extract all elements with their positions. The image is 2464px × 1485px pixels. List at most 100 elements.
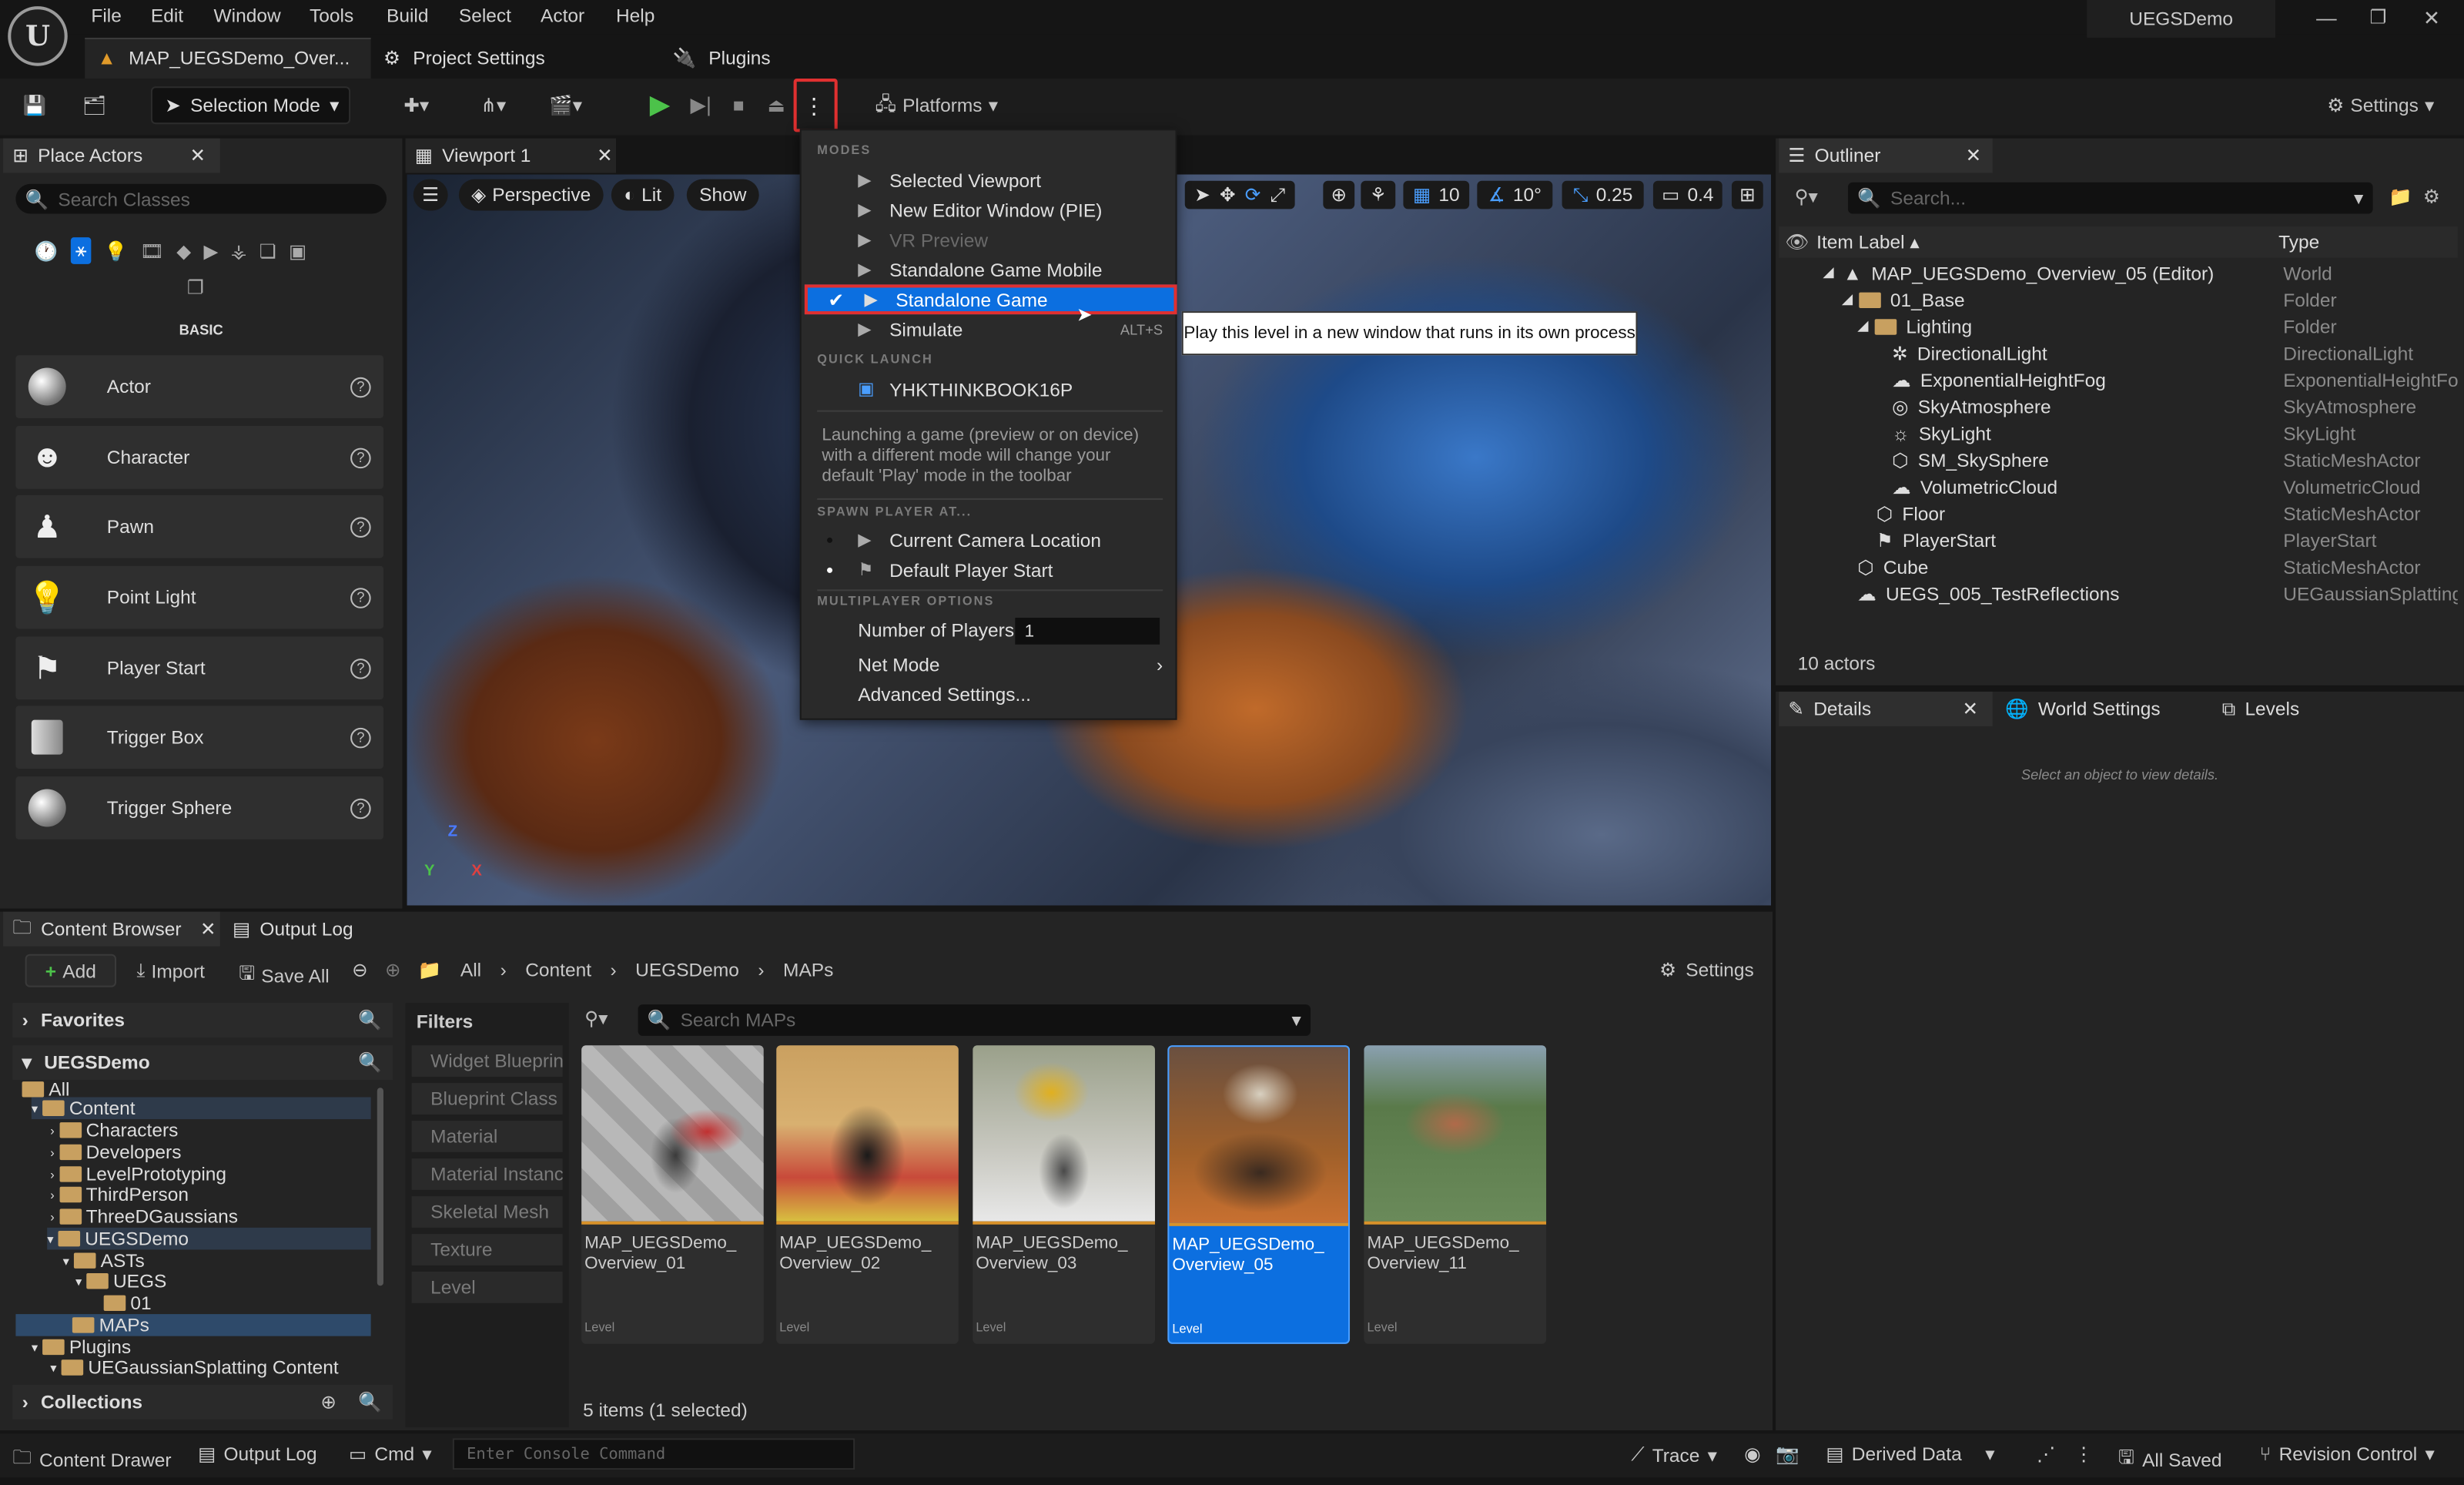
outliner-row[interactable]: ◢ 01_Base Folder [1779,286,2458,313]
step-icon[interactable]: ▶| [687,86,715,124]
help-icon[interactable]: ? [350,797,371,819]
minimize-icon[interactable]: — [2316,6,2337,30]
place-actors-tab[interactable]: ⊞ Place Actors ✕ [12,137,206,175]
levels-tab[interactable]: ⧉ Levels [2222,690,2300,728]
derived-data-dropdown[interactable]: ▤ Derived Data ▾ [1826,1443,1994,1465]
outliner-search-input[interactable]: 🔍 Search... ▾ [1847,182,2373,214]
breadcrumb-item[interactable]: Content [525,959,591,981]
mode-standalone-game[interactable]: ✔ ▶ Standalone Game [804,284,1177,315]
filter-texture[interactable]: Texture [411,1234,563,1265]
close-tab-icon[interactable]: ✕ [189,145,206,167]
content-settings-button[interactable]: ⚙ Settings [1659,959,1754,981]
filter-skeletal-mesh[interactable]: Skeletal Mesh [411,1196,563,1228]
filter-blueprint-class[interactable]: Blueprint Class [411,1083,563,1115]
browse-icon[interactable]: 🗂 [79,86,110,124]
outliner-row[interactable]: ◢ ▲ MAP_UEGSDemo_Overview_05 (Editor) World [1779,260,2458,287]
viewport-menu-icon[interactable]: ☰ [413,179,448,211]
network-icon[interactable]: ⋰ [2037,1443,2055,1465]
close-tab-icon[interactable]: ✕ [1966,145,1982,167]
save-all-button[interactable]: 🖫 Save All [239,959,330,992]
close-tab-icon[interactable]: ✕ [597,145,613,167]
tree-item-selected[interactable]: MAPs [15,1314,371,1336]
tree-item[interactable]: ▾ UEGSDemo [47,1227,371,1250]
play-icon[interactable]: ▶ [644,86,676,124]
tree-item[interactable]: 01 [103,1292,152,1314]
perspective-button[interactable]: ◈ Perspective [458,179,604,211]
select-tool-icon[interactable]: ➤ [1194,184,1210,206]
all-classes-icon[interactable]: ❏ [259,240,276,262]
console-command-input[interactable]: Enter Console Command [452,1438,855,1470]
tree-item[interactable]: ▾ UEGS [75,1270,166,1292]
outliner-row[interactable]: ⚑ PlayerStart PlayerStart [1779,527,2458,554]
asset-tile[interactable]: MAP_UEGSDemo_ Overview_03 Level [973,1045,1155,1344]
filter-material-instance[interactable]: Material Instance [411,1158,563,1190]
filter-dropdown-icon[interactable]: ⚲▾ [584,1007,608,1030]
outliner-row[interactable]: ⬡ Cube StaticMeshActor [1779,553,2458,580]
level-tab[interactable]: ▲ MAP_UEGSDemo_Over... [98,39,350,77]
surface-snap-icon[interactable]: ⚘ [1361,180,1396,210]
cmd-dropdown[interactable]: ▭ Cmd ▾ [349,1443,432,1465]
tree-scrollbar[interactable] [377,1088,383,1286]
unreal-logo-icon[interactable]: U [8,6,68,66]
details-tab[interactable]: ✎ Details ✕ [1788,690,1978,728]
breadcrumb-item[interactable]: UEGSDemo [635,959,739,981]
outliner-tab[interactable]: ☰ Outliner ✕ [1788,137,1981,175]
outliner-row[interactable]: ⬡ Floor StaticMeshActor [1779,500,2458,527]
scale-tool-icon[interactable]: ⤢ [1270,183,1286,207]
basic-category-icon[interactable]: ⚹ [70,237,92,264]
mode-selected-viewport[interactable]: ▶ Selected Viewport [802,165,1176,195]
menu-select[interactable]: Select [459,5,511,27]
spawn-camera-location[interactable]: ● ▶ Current Camera Location [802,525,1176,555]
trace-dropdown[interactable]: ⟋ Trace ▾ [1631,1443,1717,1467]
tree-item[interactable]: › ThirdPerson [50,1184,189,1206]
mode-standalone-mobile[interactable]: ▶ Standalone Game Mobile [802,255,1176,285]
search-icon[interactable]: 🔍 [358,1391,382,1413]
menu-edit[interactable]: Edit [151,5,183,27]
all-saved-button[interactable]: 🖫 All Saved [2118,1443,2222,1476]
pawn-item[interactable]: ♟ Pawn? [15,494,383,558]
outliner-row[interactable]: ✲ DirectionalLight DirectionalLight [1779,340,2458,367]
filter-widget-blueprint[interactable]: Widget Blueprint [411,1045,563,1077]
output-log-button[interactable]: ▤ Output Log [198,1443,317,1465]
selection-mode-dropdown[interactable]: ➤ Selection Mode ▾ [150,86,351,125]
forward-icon[interactable]: ⊕ [385,959,401,981]
plugins-tab[interactable]: 🔌 Plugins [672,39,770,77]
mode-simulate[interactable]: ▶ Simulate ALT+S [802,314,1176,344]
player-start-item[interactable]: ⚑ Player Start? [15,636,383,700]
visual-effects-icon[interactable]: ◆ [176,240,191,262]
outliner-row[interactable]: ☁ ExponentialHeightFog ExponentialHeightFo… [1779,367,2458,394]
tree-item[interactable]: › ThreeDGaussians [50,1205,238,1228]
move-tool-icon[interactable]: ✥ [1220,184,1236,206]
type-column-header[interactable]: Type [2278,231,2319,253]
menu-build[interactable]: Build [387,5,428,27]
geometry-icon[interactable]: ▶ [203,240,218,262]
character-item[interactable]: ☻ Character? [15,426,383,489]
actor-item[interactable]: Actor? [15,355,383,418]
asset-tile[interactable]: MAP_UEGSDemo_ Overview_01 Level [581,1045,764,1344]
new-folder-icon[interactable]: 📁 [2389,186,2412,208]
menu-tools[interactable]: Tools [310,5,353,27]
viewport-tab[interactable]: ▦ Viewport 1 ✕ [415,137,613,175]
outliner-row[interactable]: ◎ SkyAtmosphere SkyAtmosphere [1779,393,2458,420]
asset-tile[interactable]: MAP_UEGSDemo_ Overview_02 Level [776,1045,959,1344]
search-maps-input[interactable]: 🔍 Search MAPs ▾ [638,1004,1311,1036]
trigger-sphere-item[interactable]: Trigger Sphere? [15,776,383,840]
asset-tile-selected[interactable]: MAP_UEGSDemo_ Overview_05 Level [1167,1045,1351,1344]
recent-icon[interactable]: 🕐 [35,240,59,262]
rotation-snap-button[interactable]: ∡ 10° [1477,180,1553,210]
back-icon[interactable]: ⊖ [352,959,368,981]
show-button[interactable]: Show [686,179,759,211]
world-space-icon[interactable]: ⊕ [1323,180,1355,210]
breadcrumb-item[interactable]: All [460,959,481,981]
add-actor-icon[interactable]: ✚▾ [393,86,440,124]
platforms-dropdown[interactable]: 🖧 Platforms ▾ [871,86,1003,124]
screenshot-icon[interactable]: 📷 [1776,1443,1799,1465]
spawn-default-player-start[interactable]: ● ⚑ Default Player Start [802,555,1176,585]
tree-item[interactable]: ▾ UEGaussianSplatting Content [50,1356,338,1379]
stop-icon[interactable]: ■ [725,86,753,124]
cinematic-icon[interactable]: 🎞 [140,240,164,262]
add-button[interactable]: + Add [25,954,117,987]
project-settings-tab[interactable]: ⚙ Project Settings [383,39,545,77]
help-icon[interactable]: ? [350,726,371,748]
menu-help[interactable]: Help [616,5,654,27]
